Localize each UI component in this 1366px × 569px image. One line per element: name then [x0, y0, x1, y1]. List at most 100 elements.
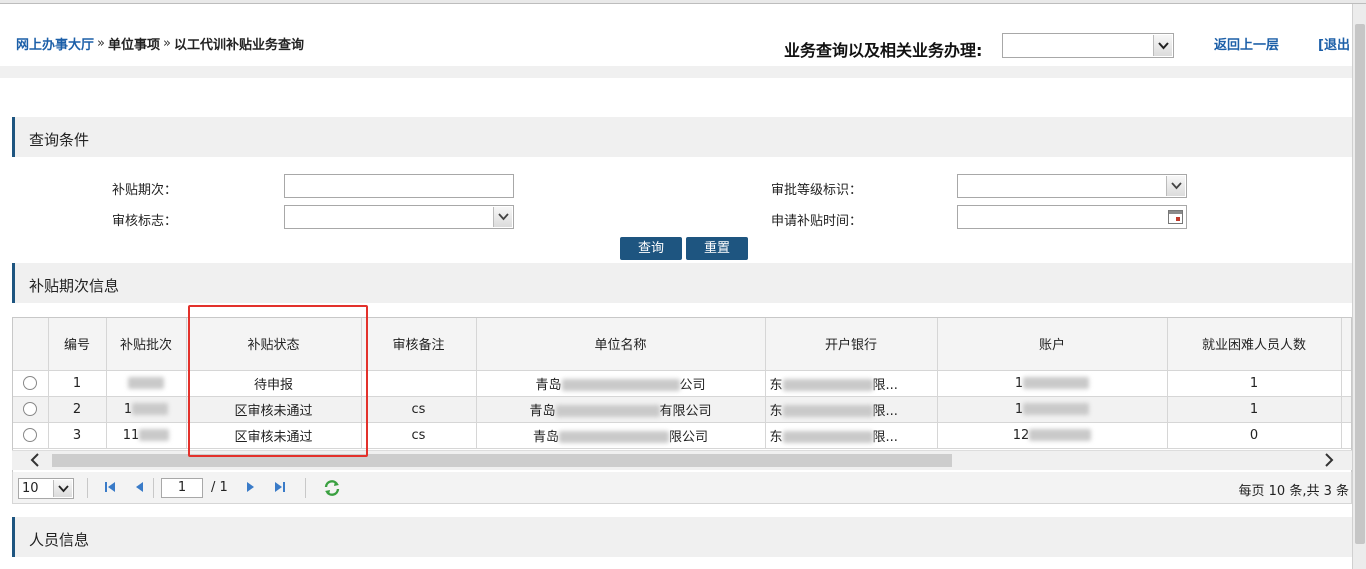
cell-remark — [361, 370, 477, 397]
cell-batch — [106, 370, 187, 397]
col-header[interactable]: 账户 — [937, 318, 1168, 371]
col-header[interactable]: 补贴状态 — [186, 318, 362, 371]
top-bar-shadow — [0, 66, 1352, 78]
cell-status: 待申报 — [186, 370, 362, 397]
chevron-down-icon[interactable] — [53, 480, 72, 497]
current-page-input[interactable]: 1 — [161, 478, 203, 498]
vertical-scrollbar[interactable] — [1352, 4, 1366, 569]
horizontal-scrollbar-thumb[interactable] — [52, 454, 952, 467]
cell-no: 1 — [48, 370, 107, 397]
redacted-text — [782, 405, 873, 417]
cell-account: 1 — [937, 396, 1168, 423]
refresh-icon[interactable] — [323, 480, 341, 500]
apply-time-input[interactable] — [957, 205, 1187, 229]
redacted-text — [561, 379, 680, 391]
pagination-bar: 10 1 / 1 每页 10 条,共 3 条 — [12, 472, 1352, 504]
page-size-value: 10 — [22, 481, 39, 496]
total-pages: / 1 — [211, 480, 228, 495]
col-header[interactable]: 补贴批次 — [106, 318, 187, 371]
exit-link[interactable]: [退出 — [1318, 34, 1350, 53]
redacted-text — [128, 377, 164, 389]
prev-page-icon[interactable] — [133, 480, 147, 498]
redacted-text — [1023, 377, 1090, 389]
cell-count: 0 — [1167, 422, 1342, 449]
cell-unit: 青岛 有限公司 — [476, 396, 766, 423]
breadcrumb-level1[interactable]: 单位事项 — [108, 34, 160, 53]
redacted-text — [132, 403, 169, 415]
chevron-down-icon[interactable] — [1153, 35, 1172, 56]
page-size-select[interactable]: 10 — [18, 478, 74, 499]
table-row[interactable]: 2 1 区审核未通过 cs 青岛 有限公司 东限... 1 1 — [13, 396, 1351, 423]
redacted-text — [559, 431, 669, 443]
scroll-right-icon[interactable] — [1324, 453, 1334, 471]
cell-remark: cs — [361, 396, 477, 423]
pager-divider — [153, 478, 154, 498]
col-select — [13, 318, 49, 371]
cell-unit: 青岛 限公司 — [476, 422, 766, 449]
business-select[interactable] — [1002, 33, 1174, 58]
table-row[interactable]: 3 11 区审核未通过 cs 青岛 限公司 东限... 12 0 — [13, 422, 1351, 449]
audit-flag-select[interactable] — [284, 205, 514, 229]
page: 网上办事大厅 » 单位事项 » 以工代训补贴业务查询 业务查询以及相关业务办理:… — [0, 0, 1366, 569]
window-top-edge — [0, 0, 1366, 4]
col-header[interactable]: 开户银行 — [765, 318, 938, 371]
cell-bank: 东限... — [765, 396, 938, 423]
period-section-title: 补贴期次信息 — [29, 277, 120, 295]
redacted-text — [1023, 403, 1090, 415]
col-header[interactable]: 就业困难人员人数 — [1167, 318, 1342, 371]
redacted-text — [1029, 429, 1092, 441]
breadcrumb-home-link[interactable]: 网上办事大厅 — [16, 34, 94, 53]
cell-count: 1 — [1167, 370, 1342, 397]
approval-level-select[interactable] — [957, 174, 1187, 198]
redacted-text — [139, 429, 170, 441]
period-input[interactable] — [284, 174, 514, 198]
row-radio[interactable] — [23, 376, 38, 390]
table-header-row: 编号 补贴批次 补贴状态 审核备注 单位名称 开户银行 账户 就业困难人员人数 — [13, 318, 1351, 371]
col-header[interactable]: 审核备注 — [361, 318, 477, 371]
scroll-left-icon[interactable] — [30, 453, 40, 471]
cell-status: 区审核未通过 — [186, 422, 362, 449]
cell-account: 1 — [937, 370, 1168, 397]
row-radio[interactable] — [23, 428, 38, 442]
chevron-down-icon[interactable] — [493, 207, 512, 227]
cell-batch: 11 — [106, 422, 187, 449]
query-button[interactable]: 查询 — [620, 237, 682, 260]
person-section-header: 人员信息 — [12, 517, 1352, 557]
cell-batch: 1 — [106, 396, 187, 423]
vertical-scrollbar-thumb[interactable] — [1355, 24, 1365, 544]
row-radio[interactable] — [23, 402, 38, 416]
apply-time-label: 申请补贴时间： — [771, 214, 863, 229]
period-label: 补贴期次： — [112, 183, 178, 198]
horizontal-scrollbar[interactable] — [12, 450, 1352, 470]
query-section-header: 查询条件 — [12, 117, 1352, 157]
pager-divider — [87, 478, 88, 498]
last-page-icon[interactable] — [273, 480, 287, 498]
reset-button[interactable]: 重置 — [686, 237, 748, 260]
cell-bank: 东限... — [765, 370, 938, 397]
calendar-icon[interactable] — [1168, 210, 1183, 224]
cell-bank: 东限... — [765, 422, 938, 449]
redacted-text — [782, 379, 873, 391]
cell-count: 1 — [1167, 396, 1342, 423]
col-header[interactable]: 单位名称 — [476, 318, 766, 371]
audit-flag-label: 审核标志： — [112, 214, 178, 229]
col-header-extra — [1341, 318, 1351, 371]
breadcrumb-separator: » — [97, 36, 105, 51]
back-link[interactable]: 返回上一层 — [1214, 34, 1279, 53]
cell-remark: cs — [361, 422, 477, 449]
cell-no: 3 — [48, 422, 107, 449]
breadcrumb-current: 以工代训补贴业务查询 — [173, 38, 304, 53]
cell-unit: 青岛 公司 — [476, 370, 766, 397]
cell-status: 区审核未通过 — [186, 396, 362, 423]
breadcrumb-separator: » — [163, 36, 171, 51]
next-page-icon[interactable] — [243, 480, 257, 498]
period-data-table: 编号 补贴批次 补贴状态 审核备注 单位名称 开户银行 账户 就业困难人员人数 … — [13, 318, 1351, 449]
business-select-label: 业务查询以及相关业务办理: — [784, 41, 983, 60]
col-header[interactable]: 编号 — [48, 318, 107, 371]
person-section-title: 人员信息 — [29, 531, 90, 549]
query-section-title: 查询条件 — [29, 131, 90, 149]
table-row[interactable]: 1 待申报 青岛 公司 东限... 1 1 — [13, 370, 1351, 397]
first-page-icon[interactable] — [103, 480, 117, 498]
pager-divider — [305, 478, 306, 498]
chevron-down-icon[interactable] — [1166, 176, 1185, 196]
